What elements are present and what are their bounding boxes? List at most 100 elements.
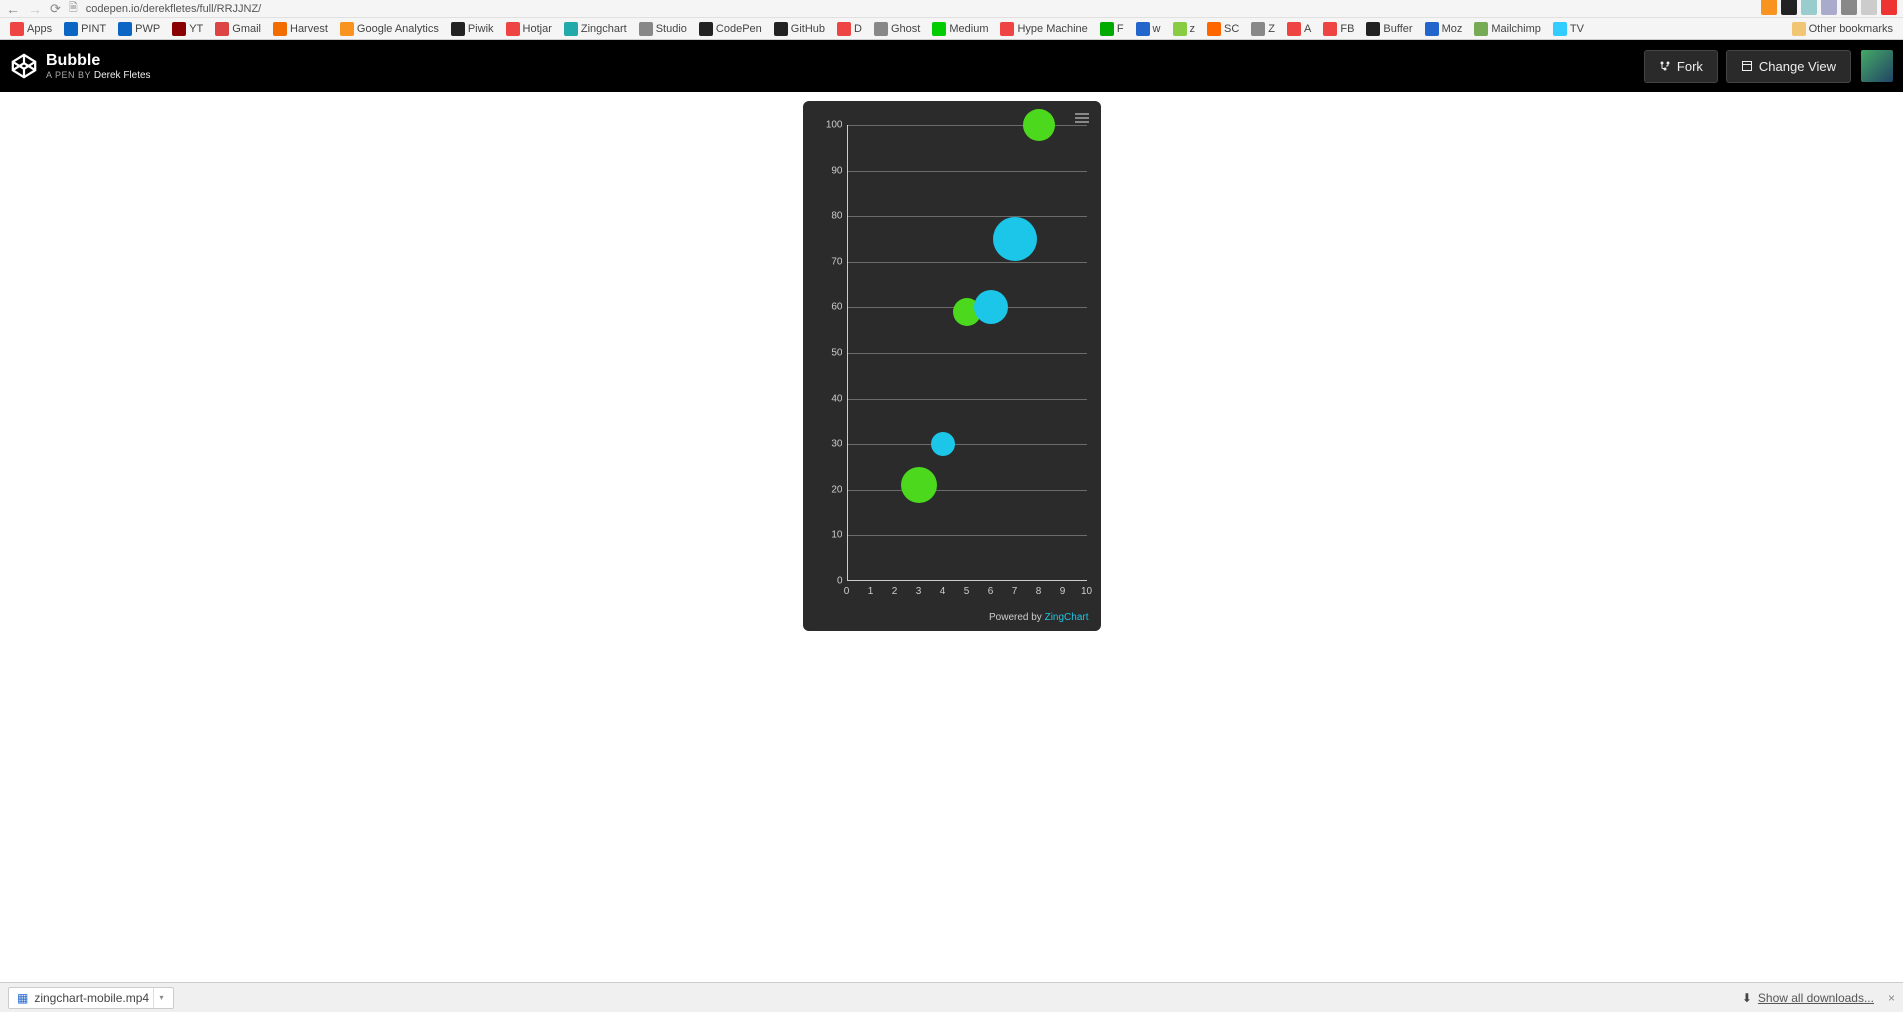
chevron-down-icon[interactable]: ▾ <box>153 988 169 1008</box>
bookmark-item[interactable]: TV <box>1549 21 1588 37</box>
bookmark-label: Google Analytics <box>357 23 439 35</box>
bookmark-label: YT <box>189 23 203 35</box>
bookmark-label: TV <box>1570 23 1584 35</box>
favicon <box>1425 22 1439 36</box>
bookmark-label: FB <box>1340 23 1354 35</box>
bookmark-label: Hotjar <box>523 23 552 35</box>
extension-icon[interactable] <box>1861 0 1877 15</box>
bookmark-label: PINT <box>81 23 106 35</box>
bookmark-item[interactable]: Hype Machine <box>996 21 1091 37</box>
y-tick-label: 10 <box>817 530 843 541</box>
bookmark-item[interactable]: Medium <box>928 21 992 37</box>
bookmark-label: CodePen <box>716 23 762 35</box>
favicon <box>1207 22 1221 36</box>
bookmark-item[interactable]: SC <box>1203 21 1243 37</box>
bookmark-item[interactable]: CodePen <box>695 21 766 37</box>
extension-icon[interactable] <box>1781 0 1797 15</box>
chart-menu-icon[interactable] <box>1075 113 1089 123</box>
bookmark-item[interactable]: F <box>1096 21 1128 37</box>
x-tick-label: 1 <box>868 586 874 597</box>
user-avatar[interactable] <box>1861 50 1893 82</box>
x-tick-label: 4 <box>940 586 946 597</box>
bookmark-item[interactable]: FB <box>1319 21 1358 37</box>
back-button[interactable]: ← <box>6 1 20 17</box>
bookmark-item[interactable]: Buffer <box>1362 21 1416 37</box>
x-tick-label: 9 <box>1060 586 1066 597</box>
bookmark-item[interactable]: Moz <box>1421 21 1467 37</box>
bookmark-item[interactable]: Apps <box>6 21 56 37</box>
favicon <box>10 22 24 36</box>
pen-title: Bubble <box>46 52 151 70</box>
grid-line <box>847 262 1087 263</box>
bookmark-item[interactable]: Studio <box>635 21 691 37</box>
favicon <box>1100 22 1114 36</box>
grid-line <box>847 353 1087 354</box>
bookmark-item[interactable]: A <box>1283 21 1315 37</box>
x-tick-label: 7 <box>1012 586 1018 597</box>
bookmarks-bar: Apps PINT PWP YT GmailHarvest Google Analytic… <box>0 18 1903 40</box>
x-tick-label: 0 <box>844 586 850 597</box>
bookmark-item[interactable]: Google Analytics <box>336 21 443 37</box>
favicon <box>699 22 713 36</box>
bookmark-item[interactable]: PWP <box>114 21 164 37</box>
bookmark-label: Z <box>1268 23 1275 35</box>
x-tick-label: 3 <box>916 586 922 597</box>
bookmark-label: Studio <box>656 23 687 35</box>
extension-icon[interactable] <box>1821 0 1837 15</box>
author-link[interactable]: Derek Fletes <box>94 70 151 81</box>
x-tick-label: 5 <box>964 586 970 597</box>
grid-line <box>847 216 1087 217</box>
bookmark-item[interactable]: D <box>833 21 866 37</box>
bookmark-label: Buffer <box>1383 23 1412 35</box>
bubble-point[interactable] <box>974 290 1008 324</box>
bookmark-item[interactable]: Piwik <box>447 21 498 37</box>
codepen-logo-icon <box>10 52 38 80</box>
bookmark-item[interactable]: PINT <box>60 21 110 37</box>
y-tick-label: 70 <box>817 256 843 267</box>
grid-line <box>847 535 1087 536</box>
bookmark-label: Apps <box>27 23 52 35</box>
bookmark-item[interactable]: Gmail <box>211 21 265 37</box>
address-bar[interactable]: codepen.io/derekfletes/full/RRJJNZ/ <box>86 3 261 15</box>
favicon <box>118 22 132 36</box>
extension-icon[interactable] <box>1761 0 1777 15</box>
bookmark-label: Piwik <box>468 23 494 35</box>
y-tick-label: 100 <box>817 120 843 131</box>
bookmark-item[interactable]: Z <box>1247 21 1279 37</box>
bookmark-item[interactable]: w <box>1132 21 1165 37</box>
bookmark-item[interactable]: Harvest <box>269 21 332 37</box>
bookmark-item[interactable]: GitHub <box>770 21 829 37</box>
favicon <box>564 22 578 36</box>
forward-button[interactable]: → <box>28 1 42 17</box>
extension-icon[interactable] <box>1841 0 1857 15</box>
bookmark-item[interactable]: Ghost <box>870 21 924 37</box>
bookmark-item[interactable]: Zingchart <box>560 21 631 37</box>
bubble-point[interactable] <box>993 217 1037 261</box>
extension-icon[interactable] <box>1881 0 1897 15</box>
reload-button[interactable]: ⟳ <box>50 1 61 17</box>
bookmark-label: SC <box>1224 23 1239 35</box>
fork-button[interactable]: Fork <box>1644 50 1718 83</box>
bubble-chart: 0102030405060708090100012345678910 <box>817 125 1087 595</box>
bubble-point[interactable] <box>1023 109 1055 141</box>
download-item[interactable]: ▦ zingchart-mobile.mp4 ▾ <box>8 987 174 1009</box>
change-view-button[interactable]: Change View <box>1726 50 1851 83</box>
x-tick-label: 10 <box>1081 586 1092 597</box>
extension-icon[interactable] <box>1801 0 1817 15</box>
bookmark-item[interactable]: Mailchimp <box>1470 21 1545 37</box>
bubble-point[interactable] <box>901 467 937 503</box>
close-downloads-bar[interactable]: × <box>1888 991 1895 1005</box>
bookmark-item[interactable]: YT <box>168 21 207 37</box>
bookmark-item[interactable]: z <box>1169 21 1200 37</box>
favicon <box>874 22 888 36</box>
bookmark-label: PWP <box>135 23 160 35</box>
zingchart-link[interactable]: ZingChart <box>1045 612 1089 623</box>
show-all-downloads[interactable]: Show all downloads... <box>1758 991 1874 1005</box>
bookmark-label: Hype Machine <box>1017 23 1087 35</box>
y-tick-label: 90 <box>817 165 843 176</box>
download-filename: zingchart-mobile.mp4 <box>34 991 149 1005</box>
x-tick-label: 2 <box>892 586 898 597</box>
bookmark-item[interactable]: Hotjar <box>502 21 556 37</box>
bubble-point[interactable] <box>931 432 955 456</box>
other-bookmarks[interactable]: Other bookmarks <box>1788 21 1897 37</box>
